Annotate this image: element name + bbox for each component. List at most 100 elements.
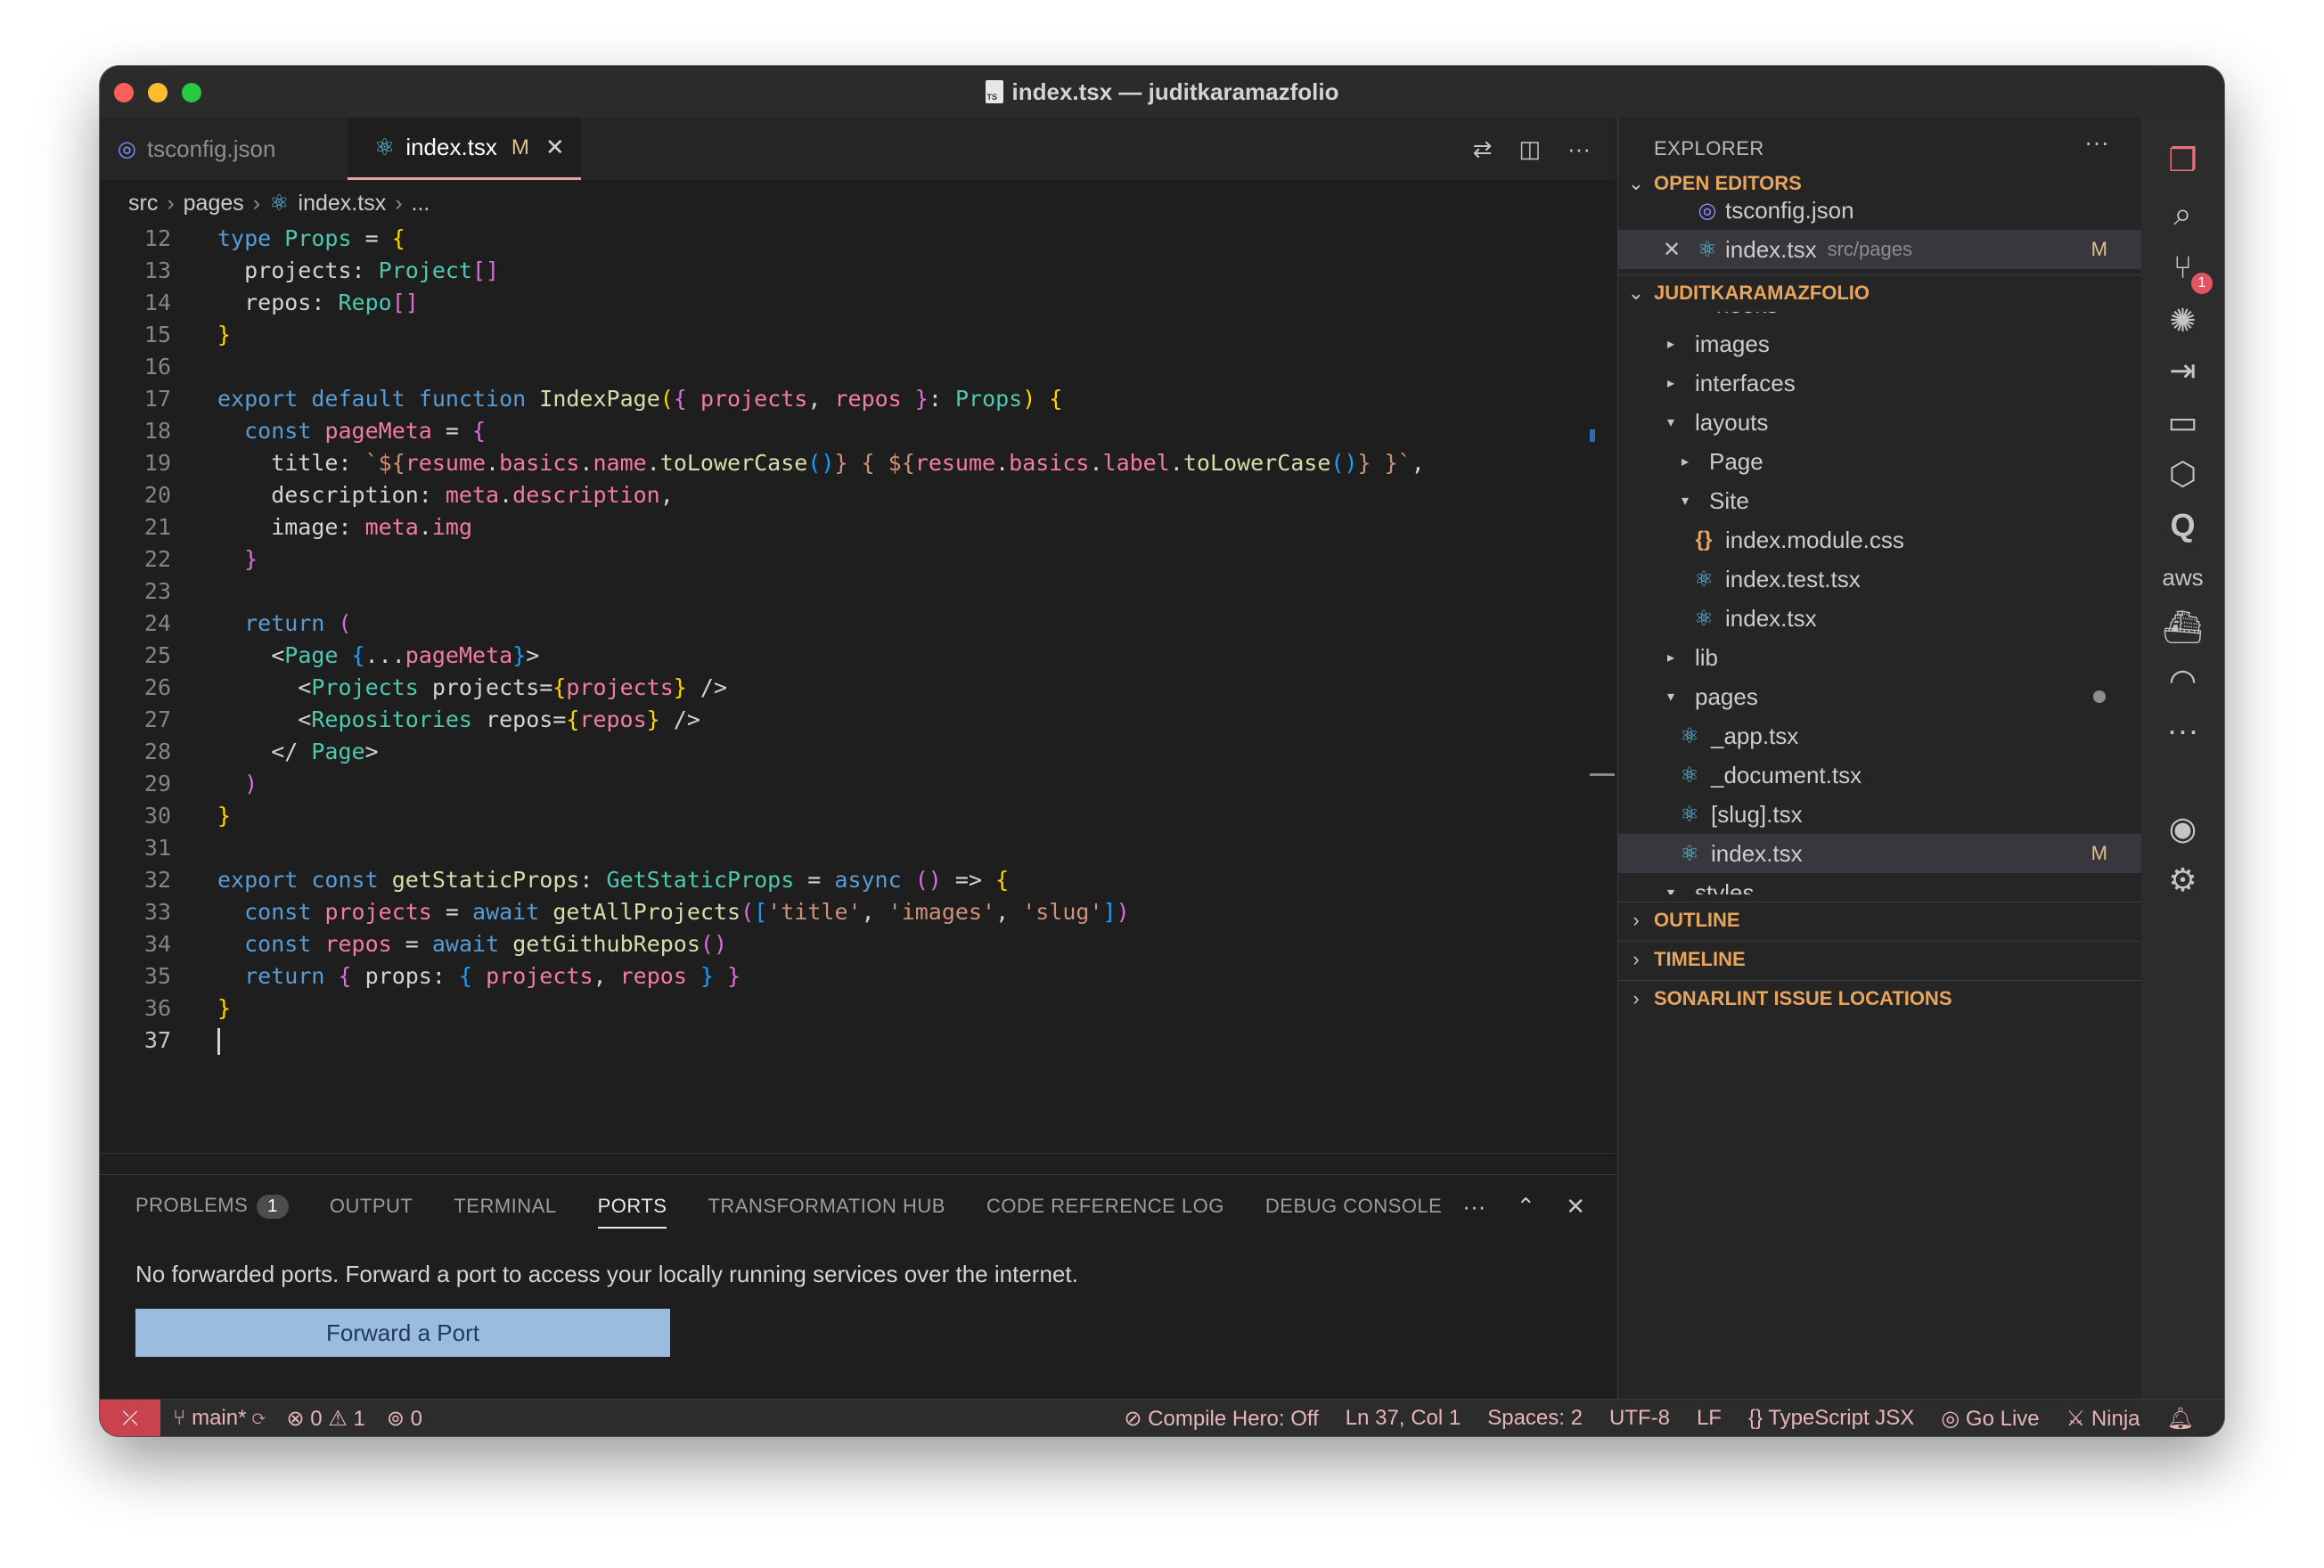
close-panel-icon[interactable]: ✕ bbox=[1566, 1193, 1585, 1221]
code-line[interactable]: 20 description: meta.description, bbox=[100, 479, 1617, 511]
code-line[interactable]: 15} bbox=[100, 319, 1617, 351]
sonarlint-header[interactable]: › SONARLINT ISSUE LOCATIONS bbox=[1618, 980, 2141, 1017]
code-line[interactable]: 36} bbox=[100, 992, 1617, 1025]
code-line[interactable]: 14 repos: Repo[] bbox=[100, 287, 1617, 319]
account-icon[interactable]: ◉ bbox=[2141, 802, 2224, 855]
panel-tab-transformation-hub[interactable]: TRANSFORMATION HUB bbox=[708, 1195, 945, 1218]
source-control-icon[interactable]: ⑂ 1 bbox=[2141, 241, 2224, 294]
more-actions-icon[interactable]: ··· bbox=[2084, 128, 2109, 157]
panel-tab-code-reference-log[interactable]: CODE REFERENCE LOG bbox=[986, 1195, 1224, 1218]
code-line[interactable]: 17 export default function IndexPage({ pr… bbox=[100, 383, 1617, 415]
code-line[interactable]: 37 bbox=[100, 1025, 1617, 1057]
tree-folder[interactable]: ▾ pages bbox=[1618, 677, 2141, 716]
forward-port-button[interactable]: Forward a Port bbox=[135, 1309, 670, 1357]
compile-hero-icon: ⊘ bbox=[1124, 1406, 1142, 1431]
code-line[interactable]: 27 <Repositories repos={repos} /> bbox=[100, 704, 1617, 736]
tree-file[interactable]: {} index.module.css bbox=[1618, 520, 2141, 559]
code-line[interactable]: 16 bbox=[100, 351, 1617, 383]
open-editor-index-tsx[interactable]: ✕ ⚛ index.tsx src/pages M bbox=[1618, 230, 2141, 269]
breadcrumb-item[interactable]: src bbox=[128, 191, 158, 216]
encoding-status[interactable]: UTF-8 bbox=[1609, 1406, 1670, 1431]
compile-hero-status[interactable]: ⊘ Compile Hero: Off bbox=[1124, 1406, 1318, 1432]
ninja-status[interactable]: ⚔ Ninja bbox=[2066, 1406, 2140, 1432]
explorer-icon[interactable]: ❐ bbox=[2141, 134, 2224, 187]
code-line[interactable]: 29 ) bbox=[100, 768, 1617, 800]
tree-folder[interactable]: ▾ Site bbox=[1618, 481, 2141, 520]
close-icon[interactable]: ✕ bbox=[1654, 237, 1690, 263]
breadcrumb-item[interactable]: index.tsx bbox=[299, 191, 387, 216]
panel-tab-terminal[interactable]: TERMINAL bbox=[454, 1195, 556, 1218]
code-line[interactable]: 25 <Page {...pageMeta}> bbox=[100, 640, 1617, 672]
breadcrumb-item[interactable]: ... bbox=[412, 191, 430, 216]
tree-item-hooks[interactable]: hooks bbox=[1618, 312, 2141, 324]
live-share-icon[interactable]: ◠ bbox=[2141, 654, 2224, 707]
open-editor-tsconfig[interactable]: ◎ tsconfig.json bbox=[1618, 191, 2141, 230]
notifications-bell-icon[interactable]: 🔔︎ bbox=[2167, 1406, 2194, 1432]
tree-folder[interactable]: ▸ interfaces bbox=[1618, 363, 2141, 403]
debug-icon[interactable]: ✺ bbox=[2141, 294, 2224, 347]
quokka-icon[interactable]: Q bbox=[2141, 499, 2224, 552]
docker-icon[interactable]: ⛴ bbox=[2141, 600, 2224, 654]
code-line[interactable]: 23 bbox=[100, 576, 1617, 608]
more-icon[interactable]: ··· bbox=[2141, 704, 2224, 757]
aws-icon[interactable]: aws bbox=[2141, 551, 2224, 604]
panel-tab-output[interactable]: OUTPUT bbox=[330, 1195, 413, 1218]
monitor-icon[interactable]: ▭ bbox=[2141, 396, 2224, 449]
tree-folder[interactable]: ▾ layouts bbox=[1618, 403, 2141, 442]
tree-file[interactable]: ⚛ _document.tsx bbox=[1618, 755, 2141, 795]
code-line[interactable]: 28 </ Page> bbox=[100, 736, 1617, 768]
code-line[interactable]: 32 export const getStaticProps: GetStatic… bbox=[100, 864, 1617, 896]
project-header[interactable]: ⌄ JUDITKARAMAZFOLIO bbox=[1618, 274, 2141, 311]
code-line[interactable]: 12 type Props = { bbox=[100, 223, 1617, 255]
panel-tab-debug-console[interactable]: DEBUG CONSOLE bbox=[1265, 1195, 1442, 1218]
code-line[interactable]: 31 bbox=[100, 832, 1617, 864]
cursor-position[interactable]: Ln 37, Col 1 bbox=[1346, 1406, 1461, 1431]
remote-explorer-icon[interactable]: ⇥ bbox=[2141, 344, 2224, 397]
ports-status[interactable]: ⊚ 0 bbox=[387, 1406, 422, 1432]
more-actions-icon[interactable]: ··· bbox=[1567, 135, 1591, 163]
code-line[interactable]: 35 return { props: { projects, repos } } bbox=[100, 960, 1617, 992]
code-line[interactable]: 30} bbox=[100, 800, 1617, 832]
settings-gear-icon[interactable]: ⚙ bbox=[2141, 853, 2224, 907]
code-editor[interactable]: 12 type Props = {13 projects: Project[] 14… bbox=[100, 223, 1617, 1187]
tree-folder[interactable]: ▾ styles bbox=[1618, 873, 2141, 895]
panel-tab-ports[interactable]: PORTS bbox=[597, 1195, 667, 1229]
problems-status[interactable]: ⊗ 0 ⚠ 1 bbox=[287, 1406, 365, 1432]
tree-file[interactable]: ⚛ index.test.tsx bbox=[1618, 559, 2141, 599]
tree-folder[interactable]: ▸ lib bbox=[1618, 638, 2141, 677]
close-tab-icon[interactable]: ✕ bbox=[545, 134, 565, 161]
code-line[interactable]: 19 title: `${resume.basics.name.toLowerC… bbox=[100, 447, 1617, 479]
branch-status[interactable]: ⑂ main* ⟳ bbox=[173, 1406, 266, 1431]
search-icon[interactable]: ⌕ bbox=[2141, 187, 2224, 241]
kubernetes-icon[interactable]: ⬡ bbox=[2141, 447, 2224, 501]
code-line[interactable]: 21 image: meta.img bbox=[100, 511, 1617, 543]
tree-file[interactable]: ⚛ index.tsx M bbox=[1618, 834, 2141, 873]
tab-index-tsx[interactable]: ⚛ index.tsx M ✕ bbox=[348, 118, 581, 180]
code-line[interactable]: 13 projects: Project[] bbox=[100, 255, 1617, 287]
breadcrumb-item[interactable]: pages bbox=[184, 191, 244, 216]
more-actions-icon[interactable]: ··· bbox=[1462, 1193, 1485, 1221]
panel-tab-problems[interactable]: PROBLEMS 1 bbox=[135, 1194, 289, 1219]
code-line[interactable]: 24 return ( bbox=[100, 608, 1617, 640]
tree-folder[interactable]: ▸ images bbox=[1618, 324, 2141, 363]
tab-tsconfig[interactable]: ◎ tsconfig.json bbox=[118, 118, 275, 180]
tree-file[interactable]: ⚛ [slug].tsx bbox=[1618, 795, 2141, 834]
tree-folder[interactable]: ▸ Page bbox=[1618, 442, 2141, 481]
language-mode[interactable]: {} TypeScript JSX bbox=[1748, 1406, 1914, 1431]
remote-indicator-icon[interactable]: ⤫ bbox=[100, 1400, 160, 1436]
code-line[interactable]: 26 <Projects projects={projects} /> bbox=[100, 672, 1617, 704]
eol-status[interactable]: LF bbox=[1697, 1406, 1722, 1431]
code-line[interactable]: 34 const repos = await getGithubRepos() bbox=[100, 928, 1617, 960]
split-editor-icon[interactable]: ◫ bbox=[1518, 135, 1541, 163]
outline-header[interactable]: › OUTLINE bbox=[1618, 902, 2141, 938]
timeline-header[interactable]: › TIMELINE bbox=[1618, 941, 2141, 977]
maximize-panel-icon[interactable]: ⌃ bbox=[1516, 1193, 1535, 1221]
open-changes-icon[interactable]: ⇄ bbox=[1473, 135, 1493, 163]
go-live-button[interactable]: ◎ Go Live bbox=[1941, 1406, 2039, 1432]
tree-file[interactable]: ⚛ index.tsx bbox=[1618, 599, 2141, 638]
code-line[interactable]: 18 const pageMeta = { bbox=[100, 415, 1617, 447]
code-line[interactable]: 22 } bbox=[100, 543, 1617, 576]
code-line[interactable]: 33 const projects = await getAllProjects… bbox=[100, 896, 1617, 928]
tree-file[interactable]: ⚛ _app.tsx bbox=[1618, 716, 2141, 755]
indentation-status[interactable]: Spaces: 2 bbox=[1487, 1406, 1583, 1431]
